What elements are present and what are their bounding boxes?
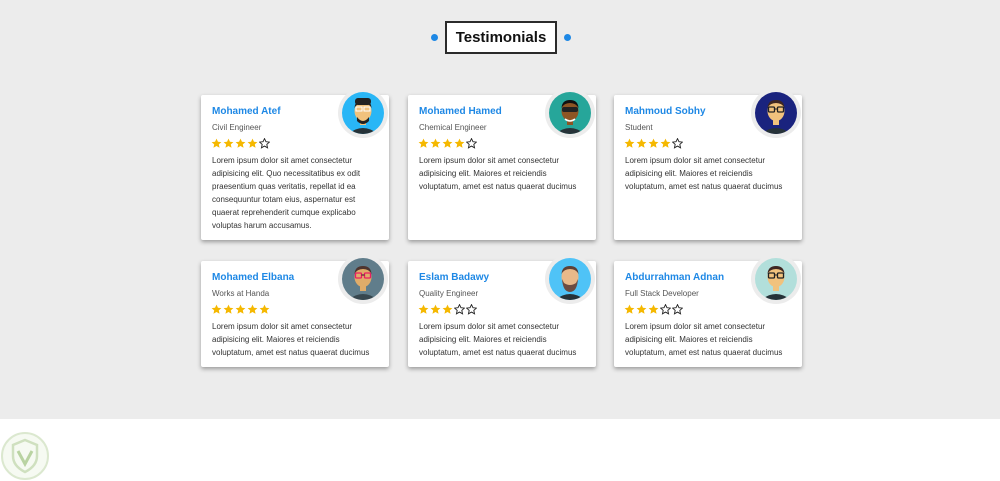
rating-stars <box>418 304 477 315</box>
star-empty-icon <box>259 138 270 149</box>
star-filled-icon <box>648 304 659 315</box>
testimonial-text: Lorem ipsum dolor sit amet consectetur a… <box>212 156 361 230</box>
star-filled-icon <box>636 138 647 149</box>
testimonial-text: Lorem ipsum dolor sit amet consectetur a… <box>419 322 577 357</box>
avatar-man-black-glasses-icon <box>751 254 801 304</box>
testimonial-text: Lorem ipsum dolor sit amet consectetur a… <box>419 156 577 191</box>
star-filled-icon <box>648 138 659 149</box>
rating-stars <box>211 138 270 149</box>
testimonial-name: Eslam Badawy <box>419 272 490 283</box>
star-filled-icon <box>223 138 234 149</box>
testimonial-card: Mohamed Elbana Works at Handa Lorem ipsu… <box>201 254 389 367</box>
avatar-man-beanie-glasses-icon <box>338 88 388 138</box>
title-dot-right <box>564 34 571 41</box>
avatar-man-sunglasses-icon <box>545 88 595 138</box>
star-filled-icon <box>442 138 453 149</box>
section-header: Testimonials <box>0 21 1000 54</box>
star-filled-icon <box>247 304 258 315</box>
rating-stars <box>624 304 683 315</box>
shield-v-logo-icon <box>1 432 49 480</box>
star-filled-icon <box>624 138 635 149</box>
star-filled-icon <box>430 138 441 149</box>
star-empty-icon <box>672 304 683 315</box>
testimonial-role: Civil Engineer <box>212 123 262 132</box>
star-empty-icon <box>466 304 477 315</box>
testimonial-role: Student <box>625 123 653 132</box>
rating-stars <box>211 304 270 315</box>
testimonial-role: Full Stack Developer <box>625 289 699 298</box>
avatar-man-glasses-icon <box>751 88 801 138</box>
star-filled-icon <box>235 138 246 149</box>
star-filled-icon <box>259 304 270 315</box>
testimonial-name: Abdurrahman Adnan <box>625 272 725 283</box>
testimonial-name: Mohamed Elbana <box>212 272 295 283</box>
testimonial-card: Eslam Badawy Quality Engineer Lorem ipsu… <box>408 254 596 367</box>
star-filled-icon <box>211 304 222 315</box>
star-filled-icon <box>418 138 429 149</box>
rating-stars <box>624 138 683 149</box>
testimonial-name: Mohamed Hamed <box>419 106 502 117</box>
star-filled-icon <box>636 304 647 315</box>
title-dot-left <box>431 34 438 41</box>
testimonial-card: Mohamed Atef Civil Engineer Lorem ipsum … <box>201 88 389 240</box>
star-filled-icon <box>235 304 246 315</box>
testimonial-card: Mahmoud Sobhy Student Lorem ipsum dolor … <box>614 88 802 240</box>
testimonial-card: Abdurrahman Adnan Full Stack Developer L… <box>614 254 802 367</box>
testimonial-card: Mohamed Hamed Chemical Engineer Lorem ip… <box>408 88 596 240</box>
testimonial-text: Lorem ipsum dolor sit amet consectetur a… <box>625 322 783 357</box>
star-empty-icon <box>454 304 465 315</box>
testimonial-role: Quality Engineer <box>419 289 479 298</box>
testimonial-text: Lorem ipsum dolor sit amet consectetur a… <box>625 156 783 191</box>
avatar-man-pink-glasses-icon <box>338 254 388 304</box>
testimonial-role: Chemical Engineer <box>419 123 487 132</box>
star-filled-icon <box>418 304 429 315</box>
testimonial-name: Mahmoud Sobhy <box>625 106 706 117</box>
star-filled-icon <box>211 138 222 149</box>
avatar-man-beard-icon <box>545 254 595 304</box>
section-title: Testimonials <box>445 21 557 54</box>
star-empty-icon <box>672 138 683 149</box>
rating-stars <box>418 138 477 149</box>
testimonials-section: Testimonials Mohamed Atef Civil Engineer… <box>0 0 1000 419</box>
star-filled-icon <box>247 138 258 149</box>
testimonial-role: Works at Handa <box>212 289 270 298</box>
testimonial-text: Lorem ipsum dolor sit amet consectetur a… <box>212 322 370 357</box>
star-filled-icon <box>442 304 453 315</box>
star-filled-icon <box>624 304 635 315</box>
star-filled-icon <box>454 138 465 149</box>
star-empty-icon <box>660 304 671 315</box>
star-filled-icon <box>430 304 441 315</box>
star-empty-icon <box>466 138 477 149</box>
testimonial-name: Mohamed Atef <box>212 106 281 117</box>
star-filled-icon <box>223 304 234 315</box>
star-filled-icon <box>660 138 671 149</box>
